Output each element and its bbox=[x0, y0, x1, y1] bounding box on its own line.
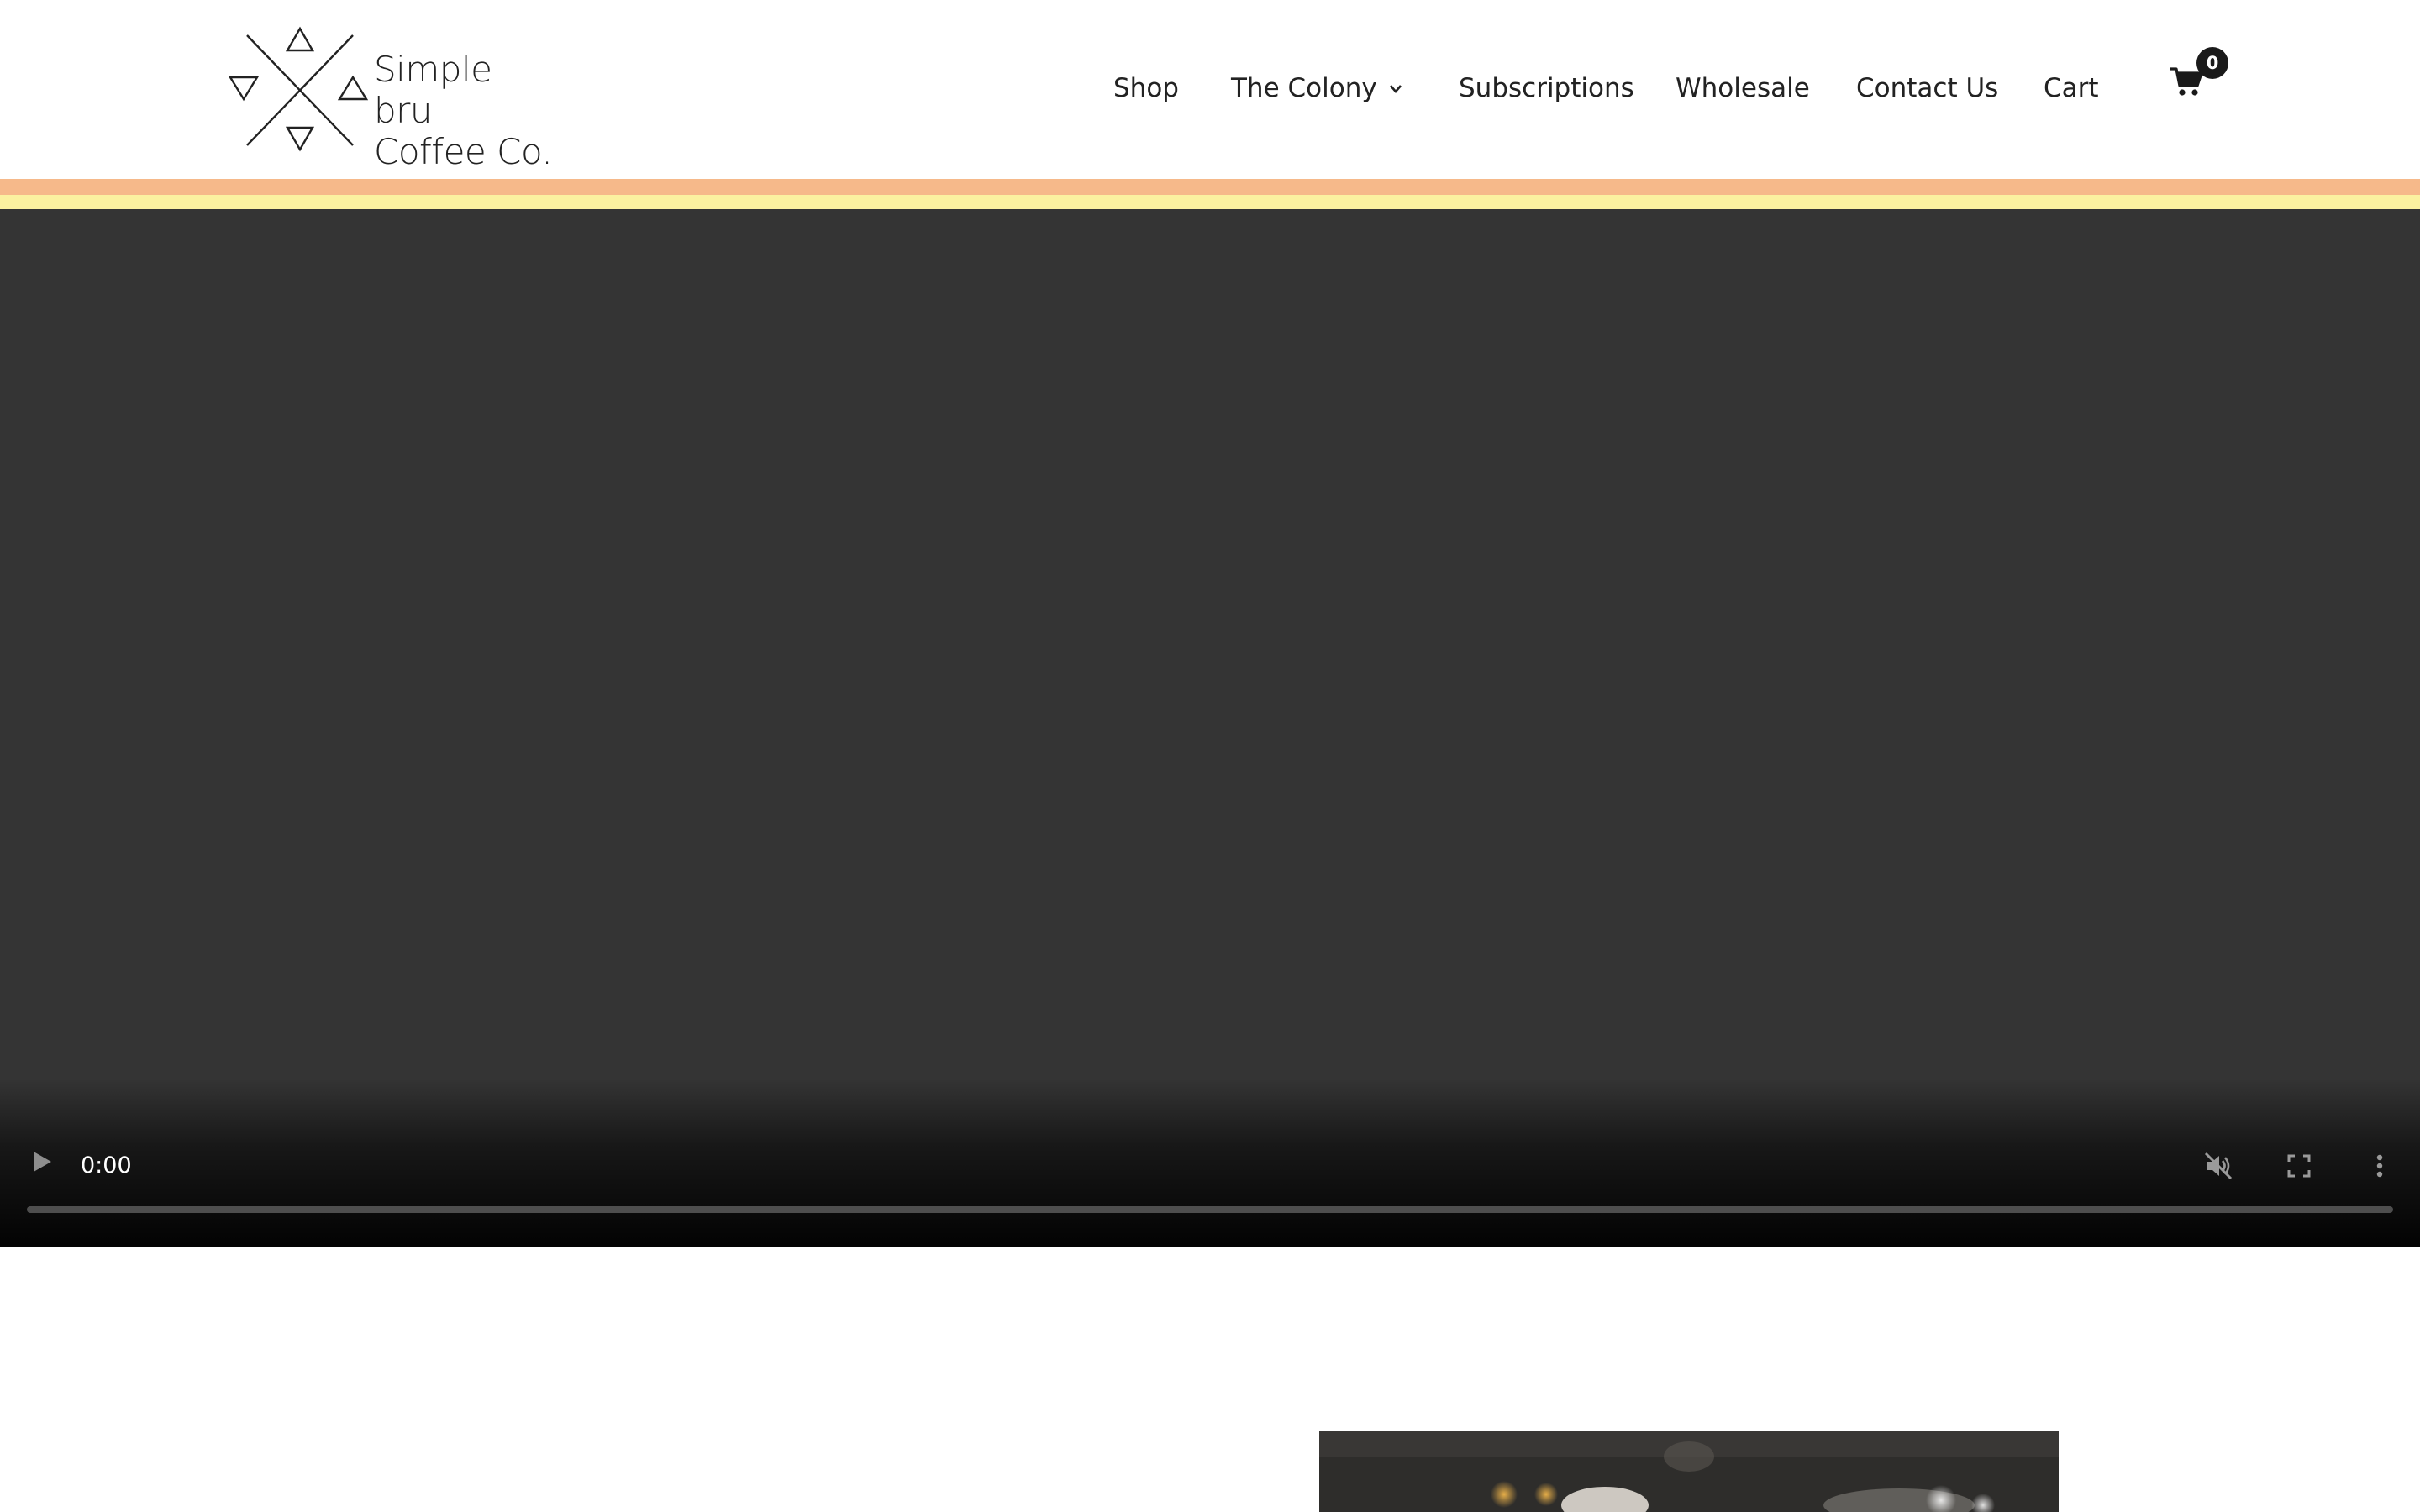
more-vert-icon[interactable] bbox=[2363, 1149, 2396, 1183]
video-progress-bar[interactable] bbox=[27, 1206, 2393, 1213]
crossed-triangles-logo-icon bbox=[228, 26, 369, 152]
video-controls-gradient bbox=[0, 1079, 2420, 1247]
nav-the-colony[interactable]: The Colony bbox=[1231, 67, 1377, 109]
brand-name: Simple bru Coffee Co. bbox=[374, 49, 555, 172]
play-icon[interactable] bbox=[29, 1149, 54, 1174]
nav-contact-us[interactable]: Contact Us bbox=[1856, 67, 1998, 109]
coffee-shop-photo-art bbox=[1319, 1431, 2059, 1512]
nav-the-colony-label: The Colony bbox=[1231, 73, 1377, 103]
coffee-shop-photo bbox=[1319, 1431, 2059, 1512]
site-header: Simple bru Coffee Co. Shop The Colony Su… bbox=[0, 0, 2420, 179]
muted-icon[interactable] bbox=[2202, 1149, 2235, 1183]
nav-wholesale[interactable]: Wholesale bbox=[1676, 67, 1810, 109]
nav-shop[interactable]: Shop bbox=[1113, 67, 1179, 109]
video-current-time: 0:00 bbox=[81, 1152, 132, 1179]
accent-stripe-yellow bbox=[0, 195, 2420, 209]
brand-name-line2: Coffee Co. bbox=[374, 131, 553, 172]
hero-video-player[interactable] bbox=[0, 209, 2420, 1247]
accent-stripe-orange bbox=[0, 179, 2420, 195]
brand-name-line1: Simple bru bbox=[374, 49, 492, 131]
cart-count-badge: 0 bbox=[2196, 47, 2228, 79]
fullscreen-icon[interactable] bbox=[2282, 1149, 2316, 1183]
brand-logo[interactable]: Simple bru Coffee Co. bbox=[227, 25, 555, 172]
nav-subscriptions[interactable]: Subscriptions bbox=[1459, 67, 1634, 109]
nav-cart[interactable]: Cart bbox=[2044, 67, 2099, 109]
chevron-down-icon[interactable] bbox=[1387, 81, 1404, 97]
